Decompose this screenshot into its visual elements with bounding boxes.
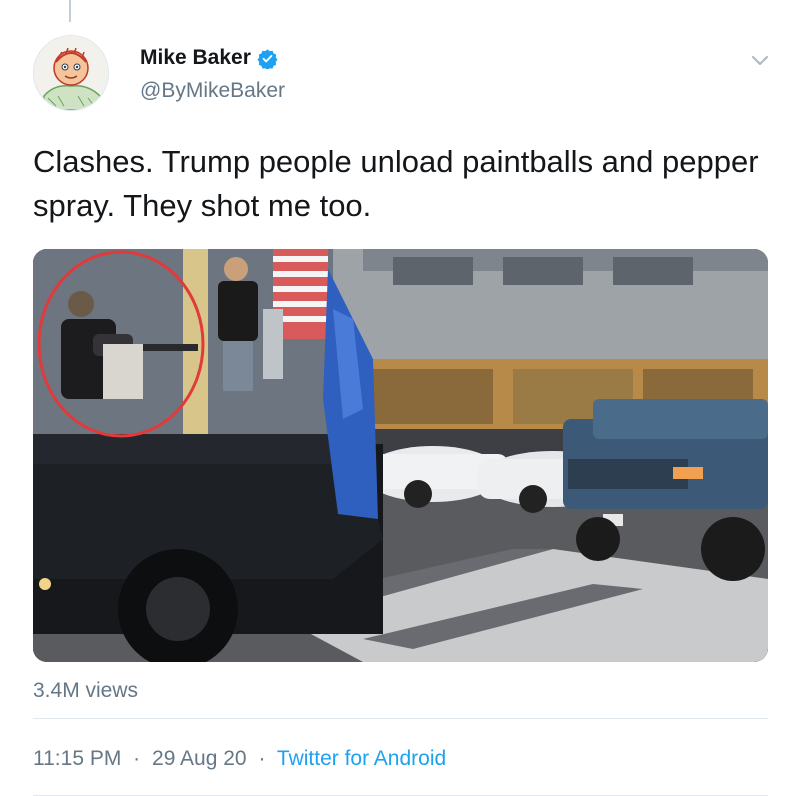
tweet-date[interactable]: 29 Aug 20	[152, 747, 247, 770]
view-count: 3.4M views	[33, 679, 139, 702]
thread-connector-line	[69, 0, 71, 22]
tweet-time[interactable]: 11:15 PM	[33, 747, 121, 770]
divider	[33, 718, 768, 719]
tweet-source-link[interactable]: Twitter for Android	[277, 747, 446, 770]
avatar-drawing	[34, 36, 108, 110]
video-frame	[33, 249, 768, 662]
verified-badge-icon	[257, 48, 278, 70]
tweet-video[interactable]	[33, 249, 768, 662]
separator-dot: ·	[133, 747, 141, 770]
author-block[interactable]: Mike Baker @ByMikeBaker	[140, 46, 285, 103]
chevron-down-icon[interactable]	[748, 50, 772, 70]
separator-dot: ·	[258, 747, 266, 770]
tweet-meta: 11:15 PM · 29 Aug 20 · Twitter for Andro…	[33, 746, 446, 772]
author-name[interactable]: Mike Baker	[140, 46, 251, 70]
author-handle[interactable]: @ByMikeBaker	[140, 79, 285, 103]
tweet-text: Clashes. Trump people unload paintballs …	[33, 144, 759, 223]
avatar[interactable]	[33, 35, 109, 111]
